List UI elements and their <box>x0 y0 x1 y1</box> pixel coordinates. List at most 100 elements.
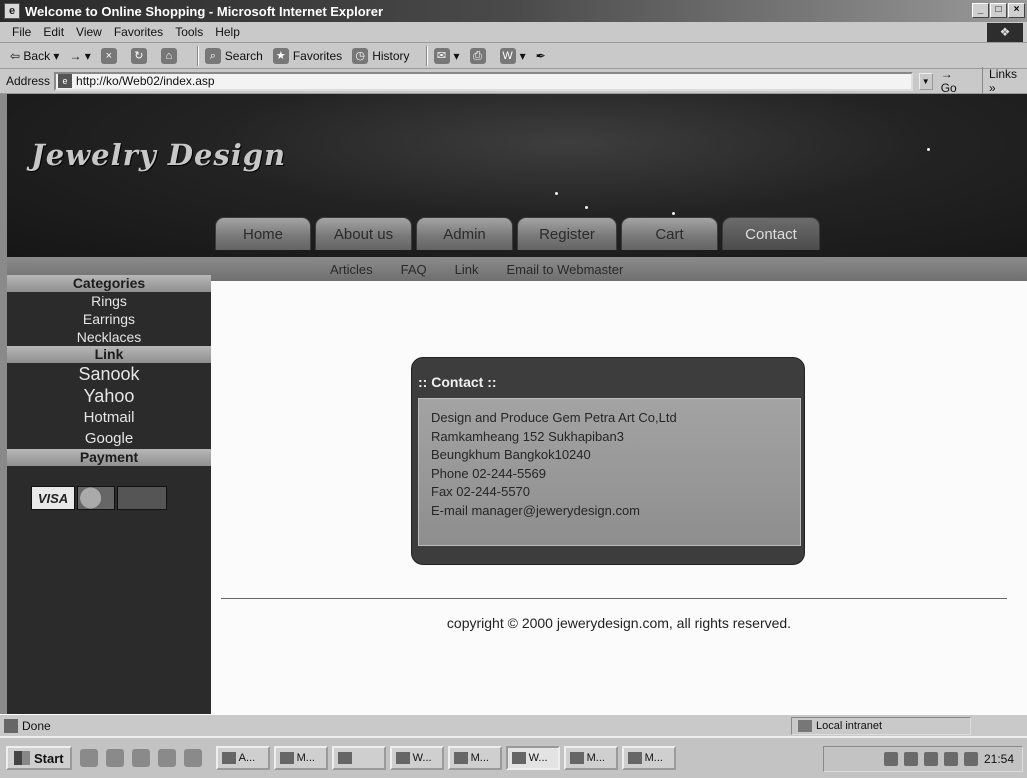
subnav-articles[interactable]: Articles <box>330 262 373 277</box>
start-button[interactable]: Start <box>6 746 72 770</box>
standard-toolbar: ⇦ Back ▾ → ▾ × ↻ ⌂ ⌕ Search ★ Favorites … <box>0 43 1027 69</box>
site-logo[interactable]: Jewelry Design <box>31 138 286 172</box>
link-google[interactable]: Google <box>7 428 211 449</box>
tray-icon[interactable] <box>883 752 898 766</box>
link-sanook[interactable]: Sanook <box>7 363 211 385</box>
nav-tab-admin[interactable]: Admin <box>416 217 513 250</box>
amex-card-icon <box>117 486 167 510</box>
search-button[interactable]: ⌕ Search <box>204 47 263 64</box>
app-icon <box>279 752 294 764</box>
links-button[interactable]: Links » <box>982 67 1027 95</box>
nav-tab-register[interactable]: Register <box>517 217 617 250</box>
menu-tools[interactable]: Tools <box>175 25 203 39</box>
close-button[interactable]: × <box>1008 3 1025 18</box>
toolbar-separator <box>196 45 199 66</box>
subnav-email-webmaster[interactable]: Email to Webmaster <box>507 262 624 277</box>
history-button[interactable]: ◷ History <box>352 47 410 64</box>
search-label: Search <box>224 48 263 63</box>
footer-divider <box>221 598 1007 599</box>
system-tray: 21:54 <box>823 746 1023 772</box>
address-input[interactable]: e http://ko/Web02/index.asp <box>54 71 913 91</box>
back-button[interactable]: ⇦ Back ▾ <box>10 49 59 63</box>
nav-tab-home[interactable]: Home <box>215 217 311 250</box>
tray-icon[interactable] <box>923 752 938 766</box>
task-label: M... <box>586 752 605 764</box>
favorites-button[interactable]: ★ Favorites <box>272 47 342 64</box>
quicklaunch-icon[interactable] <box>157 749 176 767</box>
refresh-button[interactable]: ↻ <box>130 47 151 64</box>
main-content: :: Contact :: Design and Produce Gem Pet… <box>211 281 1027 714</box>
sidebar: Categories Rings Earrings Necklaces Link… <box>7 275 211 714</box>
task-label: M... <box>470 752 489 764</box>
link-yahoo[interactable]: Yahoo <box>7 385 211 407</box>
web-page: Jewelry Design Home About us Admin Regis… <box>7 94 1027 714</box>
contact-email[interactable]: E-mail manager@jewerydesign.com <box>431 502 800 521</box>
forward-button[interactable]: → ▾ <box>69 49 90 63</box>
history-label: History <box>372 48 410 63</box>
payment-heading: Payment <box>7 449 211 466</box>
task-label: W... <box>412 752 432 764</box>
menu-file[interactable]: File <box>12 25 31 39</box>
maximize-button[interactable]: □ <box>990 3 1007 18</box>
favorites-icon: ★ <box>272 47 289 64</box>
word-icon <box>569 752 584 764</box>
print-icon: ⎙ <box>469 47 486 64</box>
windows-logo-icon: ❖ <box>987 23 1023 42</box>
go-label: Go <box>940 81 957 95</box>
chevron-down-icon: ▾ <box>50 48 60 63</box>
category-necklaces[interactable]: Necklaces <box>7 328 211 346</box>
nav-tab-cart[interactable]: Cart <box>621 217 718 250</box>
language-icon[interactable] <box>963 752 978 766</box>
stop-button[interactable]: × <box>100 47 121 64</box>
discuss-button[interactable]: ✒ <box>536 49 546 63</box>
task-button[interactable]: W... <box>389 746 444 770</box>
link-hotmail[interactable]: Hotmail <box>7 407 211 428</box>
task-button[interactable]: M... <box>621 746 676 770</box>
mail-button[interactable]: ✉ ▾ <box>433 47 460 64</box>
sparkle-decoration <box>585 206 588 209</box>
back-arrow-icon: ⇦ <box>10 48 24 63</box>
nav-tab-about-us[interactable]: About us <box>315 217 412 250</box>
print-button[interactable]: ⎙ <box>469 47 490 64</box>
volume-icon[interactable] <box>943 752 958 766</box>
task-button[interactable]: A... <box>215 746 270 770</box>
nav-tab-contact[interactable]: Contact <box>722 217 820 250</box>
task-button[interactable]: M... <box>447 746 502 770</box>
tray-icon[interactable] <box>903 752 918 766</box>
subnav-faq[interactable]: FAQ <box>401 262 427 277</box>
zone-label: Local intranet <box>816 720 883 732</box>
home-button[interactable]: ⌂ <box>160 47 181 64</box>
task-button-active[interactable]: W... <box>505 746 560 770</box>
discuss-icon: ✒ <box>535 48 546 63</box>
contact-address-line2: Beungkhum Bangkok10240 <box>431 447 591 462</box>
ie-quicklaunch-icon[interactable] <box>105 749 124 767</box>
outlook-quicklaunch-icon[interactable] <box>131 749 150 767</box>
media-quicklaunch-icon[interactable] <box>183 749 202 767</box>
subnav-link[interactable]: Link <box>455 262 479 277</box>
sub-nav-links: Articles FAQ Link Email to Webmaster <box>330 262 651 277</box>
minimize-button[interactable]: _ <box>972 3 989 18</box>
back-label: Back <box>23 48 51 63</box>
edit-button[interactable]: W ▾ <box>499 47 526 64</box>
menu-edit[interactable]: Edit <box>43 25 64 39</box>
task-button[interactable] <box>331 746 386 770</box>
task-label: M... <box>296 752 315 764</box>
contact-panel: :: Contact :: Design and Produce Gem Pet… <box>411 357 805 565</box>
task-button[interactable]: M... <box>563 746 618 770</box>
show-desktop-icon[interactable] <box>79 749 98 767</box>
toolbar-separator <box>425 45 428 66</box>
go-button[interactable]: → Go <box>941 67 972 95</box>
category-earrings[interactable]: Earrings <box>7 310 211 328</box>
menu-help[interactable]: Help <box>215 25 240 39</box>
window-titlebar: e Welcome to Online Shopping - Microsoft… <box>0 0 1027 22</box>
stop-icon: × <box>100 47 117 64</box>
copyright-text: copyright © 2000 jewerydesign.com, all r… <box>446 615 792 631</box>
menu-view[interactable]: View <box>76 25 102 39</box>
status-bar: Done Local intranet <box>0 714 1027 736</box>
address-dropdown-button[interactable]: ▼ <box>918 72 933 90</box>
menu-favorites[interactable]: Favorites <box>114 25 163 39</box>
mail-icon: ✉ <box>433 47 450 64</box>
category-rings[interactable]: Rings <box>7 292 211 310</box>
history-icon: ◷ <box>352 47 369 64</box>
task-button[interactable]: M... <box>273 746 328 770</box>
